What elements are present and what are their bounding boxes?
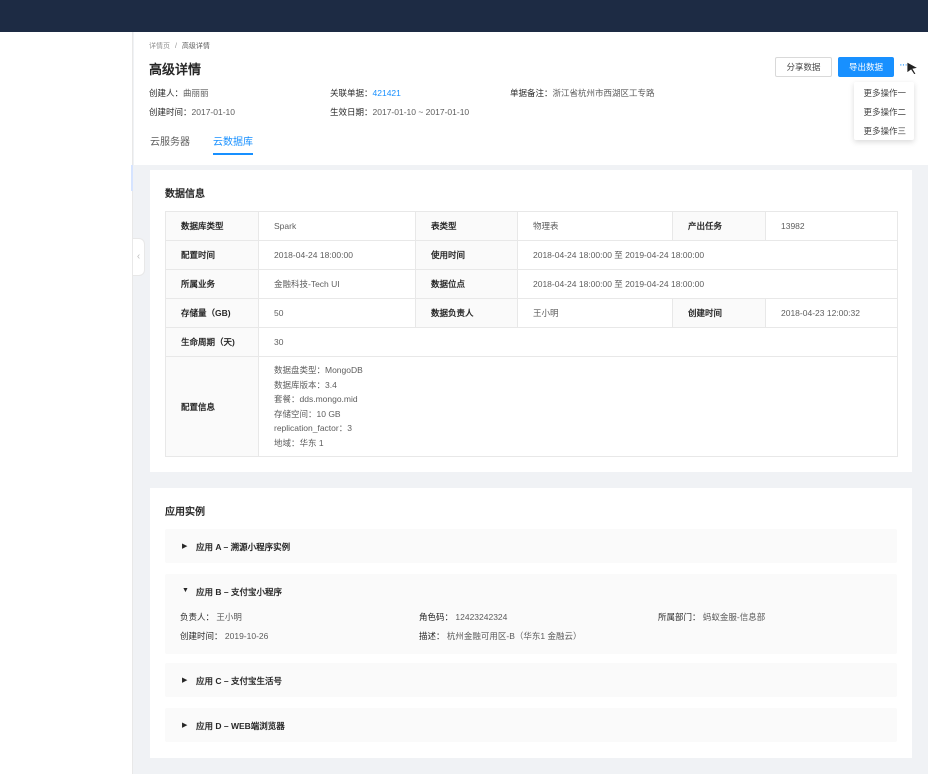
cell-label: 配置信息 — [165, 356, 259, 457]
collapse-panel-app-b[interactable]: ▼ 应用 B – 支付宝小程序 负责人： 王小明 角色码： 12423242324… — [165, 574, 897, 654]
cell-label: 配置时间 — [165, 240, 259, 270]
top-navbar — [0, 0, 928, 32]
collapse-panel-app-d[interactable]: ▶ 应用 D – WEB端浏览器 — [165, 708, 897, 742]
config-line: 数据库版本：3.4 — [274, 379, 337, 390]
sidebar — [0, 32, 133, 774]
app-role-code: 角色码： 12423242324 — [419, 612, 508, 622]
cell-label: 使用时间 — [415, 240, 518, 270]
meta-creator: 创建人：曲丽丽 — [149, 88, 209, 98]
meta-created: 创建时间：2017-01-10 — [149, 107, 235, 117]
config-line: 存储空间：10 GB — [274, 408, 341, 419]
cell-value: Spark — [258, 211, 416, 241]
cell-label: 数据库类型 — [165, 211, 259, 241]
cell-label: 数据负责人 — [415, 298, 518, 328]
app-description: 描述： 杭州金融可用区-B（华东1 金融云） — [419, 631, 582, 641]
config-info-cell: 数据盘类型：MongoDB 数据库版本：3.4 套餐：dds.mongo.mid… — [258, 356, 898, 457]
cell-value: 金融科技-Tech UI — [258, 269, 416, 299]
menu-item-more-2[interactable]: 更多操作二 — [854, 103, 914, 122]
cell-value: 30 — [258, 327, 898, 357]
meta-effective: 生效日期：2017-01-10 ~ 2017-01-10 — [330, 107, 470, 117]
cell-label: 创建时间 — [672, 298, 766, 328]
caret-down-icon: ▼ — [182, 587, 189, 594]
panel-title: 应用 D – WEB端浏览器 — [196, 721, 285, 731]
panel-title: 应用 C – 支付宝生活号 — [196, 676, 282, 686]
meta-note: 单据备注：浙江省杭州市西湖区工专路 — [510, 88, 655, 98]
data-info-table: 数据库类型 Spark 表类型 物理表 产出任务 13982 配置时间 2018… — [165, 211, 898, 457]
config-line: 套餐：dds.mongo.mid — [274, 394, 358, 404]
sidebar-collapse-button[interactable]: ‹ — [133, 238, 145, 276]
caret-right-icon: ▶ — [182, 677, 188, 684]
breadcrumb-item-advanced: 高级详情 — [181, 43, 210, 50]
cell-value: 13982 — [765, 211, 898, 241]
collapse-panel-app-c[interactable]: ▶ 应用 C – 支付宝生活号 — [165, 663, 897, 697]
breadcrumb-item-detail[interactable]: 详情页 — [149, 43, 170, 50]
more-actions-menu: 更多操作一 更多操作二 更多操作三 — [854, 82, 914, 140]
breadcrumb-separator: / — [174, 43, 177, 50]
cell-label: 产出任务 — [672, 211, 766, 241]
panel-title: 应用 B – 支付宝小程序 — [196, 587, 282, 597]
config-line: 数据盘类型：MongoDB — [274, 365, 363, 375]
cell-value: 王小明 — [517, 298, 673, 328]
menu-item-more-1[interactable]: 更多操作一 — [854, 84, 914, 103]
export-data-button[interactable]: 导出数据 — [838, 57, 894, 77]
app-owner: 负责人： 王小明 — [180, 612, 242, 622]
table-row: 配置时间 2018-04-24 18:00:00 使用时间 2018-04-24… — [165, 240, 898, 270]
cell-value: 2018-04-24 18:00:00 至 2019-04-24 18:00:0… — [517, 269, 898, 299]
app-created: 创建时间： 2019-10-26 — [180, 631, 269, 641]
cell-value: 2018-04-24 18:00:00 至 2019-04-24 18:00:0… — [517, 240, 898, 270]
tab-cloud-database[interactable]: 云数据库 — [213, 133, 253, 155]
caret-right-icon: ▶ — [182, 543, 188, 550]
cell-value: 2018-04-24 18:00:00 — [258, 240, 416, 270]
cell-label: 存储量（GB) — [165, 298, 259, 328]
cell-label: 表类型 — [415, 211, 518, 241]
config-line: 地域：华东 1 — [274, 437, 324, 448]
data-info-title: 数据信息 — [165, 189, 205, 200]
table-row: 数据库类型 Spark 表类型 物理表 产出任务 13982 — [165, 211, 898, 241]
cell-label: 生命周期（天) — [165, 327, 259, 357]
panel-title: 应用 A – 溯源小程序实例 — [196, 542, 291, 552]
table-row: 配置信息 数据盘类型：MongoDB 数据库版本：3.4 套餐：dds.mong… — [165, 356, 898, 457]
breadcrumb: 详情页 / 高级详情 — [149, 41, 210, 51]
collapse-panel-app-a[interactable]: ▶ 应用 A – 溯源小程序实例 — [165, 529, 897, 563]
cell-value: 2018-04-23 12:00:32 — [765, 298, 898, 328]
cell-label: 数据位点 — [415, 269, 518, 299]
table-row: 生命周期（天) 30 — [165, 327, 898, 357]
sidebar-active-indicator — [131, 165, 133, 191]
order-link[interactable]: 421421 — [373, 88, 401, 98]
cell-value: 物理表 — [517, 211, 673, 241]
mouse-pointer-icon — [906, 61, 919, 75]
menu-item-more-3[interactable]: 更多操作三 — [854, 122, 914, 141]
table-row: 所属业务 金融科技-Tech UI 数据位点 2018-04-24 18:00:… — [165, 269, 898, 299]
share-data-button[interactable]: 分享数据 — [775, 57, 832, 77]
cell-label: 所属业务 — [165, 269, 259, 299]
meta-order: 关联单据：421421 — [330, 88, 401, 98]
app-instances-title: 应用实例 — [165, 507, 205, 518]
table-row: 存储量（GB) 50 数据负责人 王小明 创建时间 2018-04-23 12:… — [165, 298, 898, 328]
config-line: replication_factor：3 — [274, 423, 352, 433]
cell-value: 50 — [258, 298, 416, 328]
caret-right-icon: ▶ — [182, 722, 188, 729]
page-title: 高级详情 — [149, 62, 202, 77]
tab-cloud-server[interactable]: 云服务器 — [150, 133, 190, 155]
chevron-left-icon: ‹ — [136, 251, 141, 262]
app-department: 所属部门： 蚂蚁金服-信息部 — [658, 612, 766, 622]
